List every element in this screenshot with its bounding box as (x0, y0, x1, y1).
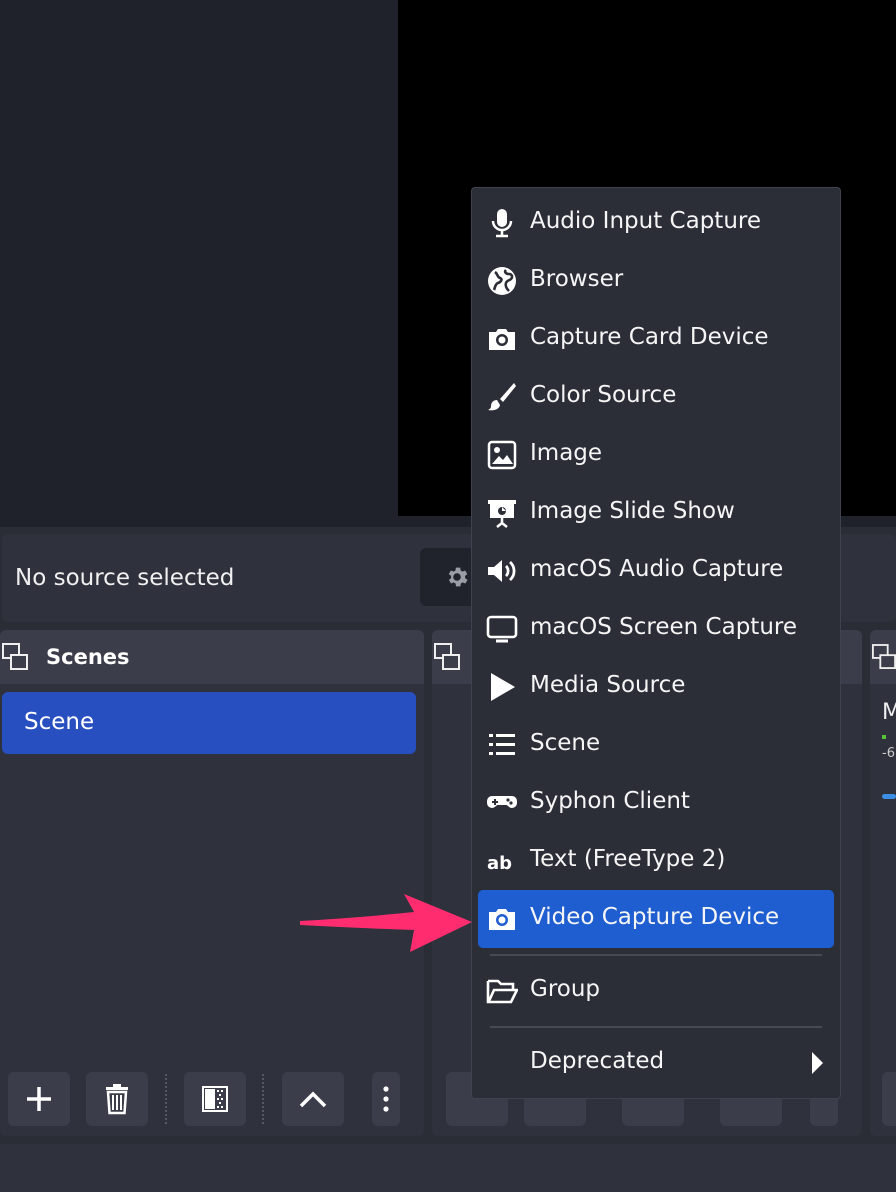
toolbar-separator (262, 1074, 264, 1124)
menu-item-scene[interactable]: Scene (478, 716, 834, 774)
dock-windows-icon (872, 642, 896, 672)
scene-filters-button[interactable] (184, 1072, 246, 1126)
folder-icon (486, 975, 518, 1007)
scene-list-item-label: Scene (24, 709, 95, 735)
play-icon (486, 671, 518, 703)
list-icon (486, 729, 518, 761)
remove-scene-button[interactable] (86, 1072, 148, 1126)
menu-item-group[interactable]: Group (478, 962, 834, 1020)
toolbar-separator (165, 1074, 167, 1124)
no-source-label: No source selected (15, 565, 235, 591)
menu-item-deprecated[interactable]: Deprecated (478, 1034, 834, 1092)
more-vertical-icon (383, 1086, 389, 1112)
pointer-arrow-annotation (296, 888, 476, 962)
menu-separator (490, 954, 822, 956)
speaker-icon (486, 555, 518, 587)
globe-icon (486, 265, 518, 297)
svg-text:ab: ab (487, 853, 512, 874)
microphone-icon (486, 207, 518, 239)
image-icon (486, 439, 518, 471)
dock-windows-icon (434, 642, 460, 672)
volume-slider[interactable] (882, 794, 896, 799)
filter-icon (202, 1086, 228, 1112)
menu-item-audio-input-capture[interactable]: Audio Input Capture (478, 194, 834, 252)
menu-item-syphon-client[interactable]: Syphon Client (478, 774, 834, 832)
chevron-up-icon (299, 1091, 327, 1108)
gear-icon (448, 567, 468, 587)
chevron-right-icon (810, 1051, 824, 1079)
slideshow-icon (486, 497, 518, 529)
trash-icon (106, 1084, 128, 1115)
menu-item-macos-audio-capture[interactable]: macOS Audio Capture (478, 542, 834, 600)
camera-icon (486, 323, 518, 355)
monitor-icon (486, 613, 518, 645)
add-scene-button[interactable] (8, 1072, 70, 1126)
menu-item-image[interactable]: Image (478, 426, 834, 484)
volume-meter-scale: -6 (882, 746, 895, 761)
menu-item-text-freetype-2[interactable]: ab Text (FreeType 2) (478, 832, 834, 890)
menu-item-media-source[interactable]: Media Source (478, 658, 834, 716)
menu-item-color-source[interactable]: Color Source (478, 368, 834, 426)
plus-icon (27, 1087, 51, 1111)
menu-separator (490, 1026, 822, 1028)
menu-item-image-slide-show[interactable]: Image Slide Show (478, 484, 834, 542)
volume-meter (882, 735, 886, 739)
menu-item-macos-screen-capture[interactable]: macOS Screen Capture (478, 600, 834, 658)
scenes-dock-title: Scenes (46, 645, 130, 669)
gamepad-icon (486, 787, 518, 819)
mixer-button[interactable] (882, 1072, 896, 1126)
status-bar (0, 1144, 896, 1192)
menu-item-browser[interactable]: Browser (478, 252, 834, 310)
menu-item-video-capture-device[interactable]: Video Capture Device (478, 890, 834, 948)
mixer-channel-name: M (882, 700, 896, 725)
scenes-more-button[interactable] (372, 1072, 400, 1126)
dock-windows-icon (2, 642, 28, 672)
move-scene-up-button[interactable] (282, 1072, 344, 1126)
menu-item-capture-card-device[interactable]: Capture Card Device (478, 310, 834, 368)
paintbrush-icon (486, 381, 518, 413)
camera-icon (486, 903, 518, 935)
text-icon: ab (486, 845, 518, 877)
